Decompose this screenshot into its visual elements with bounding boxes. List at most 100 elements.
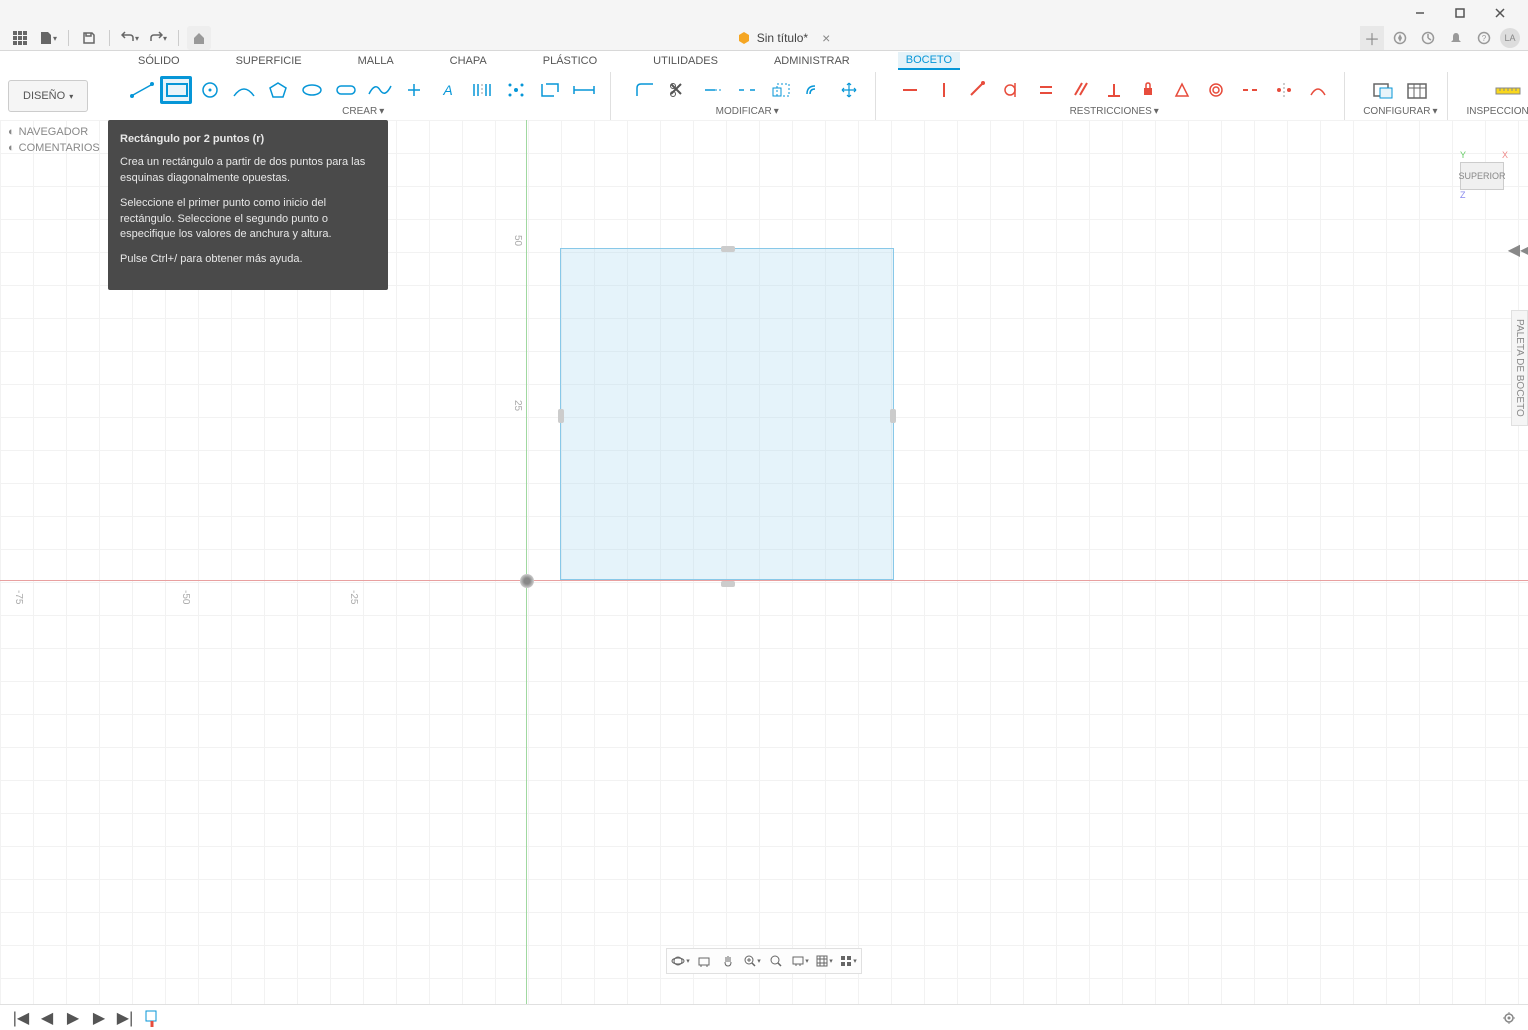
equal-constraint[interactable] (1030, 76, 1062, 104)
pattern-tool[interactable] (500, 76, 532, 104)
dimension-handle-right[interactable] (890, 409, 896, 423)
timeline-play[interactable]: ▶ (64, 1009, 82, 1027)
timeline-sketch-feature[interactable] (142, 1008, 160, 1028)
help-icon[interactable]: ? (1472, 26, 1496, 50)
perpendicular-constraint[interactable] (1098, 76, 1130, 104)
group-configurar: CONFIGURAR ▾ (1353, 72, 1448, 120)
rectangle-tool[interactable] (160, 76, 192, 104)
grid-display-icon[interactable]: ▾ (813, 951, 835, 971)
axis-tick-x2: -50 (180, 590, 191, 604)
collinear-constraint[interactable] (1234, 76, 1266, 104)
tab-solido[interactable]: SÓLIDO (130, 53, 188, 69)
workspace-switcher[interactable]: DISEÑO ▾ (8, 80, 88, 112)
origin-point[interactable] (520, 574, 534, 588)
measure-tool[interactable] (1492, 76, 1524, 104)
zoom-icon[interactable]: ▾ (741, 951, 763, 971)
mirror-tool[interactable] (466, 76, 498, 104)
circle-tool[interactable] (194, 76, 226, 104)
extensions-icon[interactable] (1388, 26, 1412, 50)
home-icon[interactable] (187, 26, 211, 50)
dimension-handle-left[interactable] (558, 409, 564, 423)
tab-plastico[interactable]: PLÁSTICO (535, 53, 605, 69)
concentric-constraint[interactable] (1200, 76, 1232, 104)
config-tool-2[interactable] (1401, 76, 1433, 104)
timeline-start[interactable]: |◀ (12, 1009, 30, 1027)
tab-malla[interactable]: MALLA (350, 53, 402, 69)
right-panel-toggle[interactable]: ◀◀ (1512, 240, 1528, 260)
sketch-palette-tab[interactable]: PALETA DE BOCETO (1511, 310, 1528, 426)
timeline-settings-icon[interactable] (1502, 1011, 1516, 1025)
browser-comentarios[interactable]: ◐COMENTARIOS (8, 140, 108, 156)
undo-icon[interactable]: ▾ (118, 26, 142, 50)
config-tool-1[interactable] (1367, 76, 1399, 104)
tab-utilidades[interactable]: UTILIDADES (645, 53, 726, 69)
point-tool[interactable] (398, 76, 430, 104)
parallel-constraint[interactable] (1064, 76, 1096, 104)
arc-tool[interactable] (228, 76, 260, 104)
project-tool[interactable] (534, 76, 566, 104)
symmetry-constraint[interactable] (1268, 76, 1300, 104)
display-icon[interactable]: ▾ (789, 951, 811, 971)
browser-navegador[interactable]: ◐NAVEGADOR (8, 124, 108, 140)
dimension-handle-bottom[interactable] (721, 581, 735, 587)
fit-icon[interactable] (765, 951, 787, 971)
text-tool[interactable]: A (432, 76, 464, 104)
new-tab-button[interactable]: ＋ (1360, 26, 1384, 50)
tab-close-button[interactable]: × (818, 30, 834, 46)
fillet-tool[interactable] (629, 76, 661, 104)
close-button[interactable] (1480, 0, 1520, 26)
canvas[interactable]: 50 25 -75 -50 -25 ◐NAVEGADOR ◐COMENTARIO… (0, 120, 1528, 1004)
look-icon[interactable] (693, 951, 715, 971)
axis-x-label: X (1502, 150, 1508, 160)
viewcube-face[interactable]: SUPERIOR (1460, 162, 1504, 190)
line-tool[interactable] (126, 76, 158, 104)
timeline-end[interactable]: ▶| (116, 1009, 134, 1027)
viewport-icon[interactable]: ▾ (837, 951, 859, 971)
timeline: |◀ ◀ ▶ ▶ ▶| (0, 1004, 1528, 1030)
tab-superficie[interactable]: SUPERFICIE (228, 53, 310, 69)
horizontal-constraint[interactable] (894, 76, 926, 104)
dimension-handle-top[interactable] (721, 246, 735, 252)
offset-tool[interactable] (799, 76, 831, 104)
pan-icon[interactable] (717, 951, 739, 971)
fix-constraint[interactable] (1132, 76, 1164, 104)
trim-tool[interactable] (663, 76, 695, 104)
scale-tool[interactable] (765, 76, 797, 104)
timeline-prev[interactable]: ◀ (38, 1009, 56, 1027)
coincident-constraint[interactable] (962, 76, 994, 104)
tangent-constraint[interactable] (996, 76, 1028, 104)
window-titlebar (0, 0, 1528, 26)
maximize-button[interactable] (1440, 0, 1480, 26)
extend-tool[interactable] (697, 76, 729, 104)
axis-y-label: Y (1460, 150, 1466, 160)
tooltip-body2: Seleccione el primer punto como inicio d… (120, 196, 376, 242)
slot-tool[interactable] (330, 76, 362, 104)
midpoint-constraint[interactable] (1166, 76, 1198, 104)
tooltip-help: Pulse Ctrl+/ para obtener más ayuda. (120, 252, 376, 267)
document-title: Sin título* (757, 31, 808, 45)
polygon-tool[interactable] (262, 76, 294, 104)
ellipse-tool[interactable] (296, 76, 328, 104)
move-tool[interactable] (833, 76, 865, 104)
minimize-button[interactable] (1400, 0, 1440, 26)
jobs-icon[interactable] (1416, 26, 1440, 50)
curvature-constraint[interactable] (1302, 76, 1334, 104)
timeline-next[interactable]: ▶ (90, 1009, 108, 1027)
spline-tool[interactable] (364, 76, 396, 104)
file-icon[interactable]: ▾ (36, 26, 60, 50)
x-axis (0, 580, 1528, 581)
tab-boceto[interactable]: BOCETO (898, 52, 960, 70)
orbit-icon[interactable]: ▾ (669, 951, 691, 971)
save-icon[interactable] (77, 26, 101, 50)
tab-chapa[interactable]: CHAPA (442, 53, 495, 69)
apps-icon[interactable] (8, 26, 32, 50)
dimension-tool[interactable] (568, 76, 600, 104)
notifications-icon[interactable] (1444, 26, 1468, 50)
tab-administrar[interactable]: ADMINISTRAR (766, 53, 858, 69)
vertical-constraint[interactable] (928, 76, 960, 104)
sketch-rectangle[interactable] (560, 248, 894, 580)
user-avatar[interactable]: LA (1500, 28, 1520, 48)
redo-icon[interactable]: ▾ (146, 26, 170, 50)
viewcube[interactable]: Y X SUPERIOR Z (1460, 150, 1508, 200)
break-tool[interactable] (731, 76, 763, 104)
